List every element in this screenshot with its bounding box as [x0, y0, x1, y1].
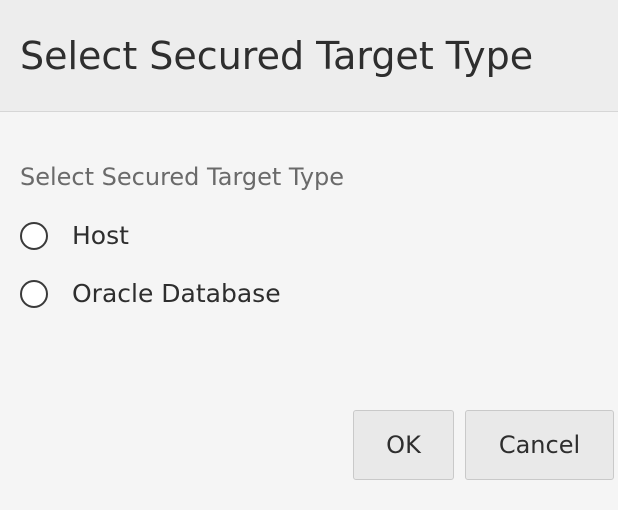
select-secured-target-type-dialog: Select Secured Target Type Select Secure… — [0, 0, 618, 510]
radio-option-oracle-database[interactable]: Oracle Database — [20, 274, 281, 314]
ok-button[interactable]: OK — [353, 410, 454, 480]
radio-unselected-icon[interactable] — [20, 280, 48, 308]
dialog-title: Select Secured Target Type — [20, 34, 534, 78]
radio-option-label-oracle-database[interactable]: Oracle Database — [72, 276, 281, 312]
target-type-section-label: Select Secured Target Type — [20, 163, 345, 191]
dialog-header: Select Secured Target Type — [0, 0, 618, 112]
radio-option-host[interactable]: Host — [20, 216, 129, 256]
radio-unselected-icon[interactable] — [20, 222, 48, 250]
radio-option-label-host[interactable]: Host — [72, 218, 129, 254]
cancel-button[interactable]: Cancel — [465, 410, 614, 480]
